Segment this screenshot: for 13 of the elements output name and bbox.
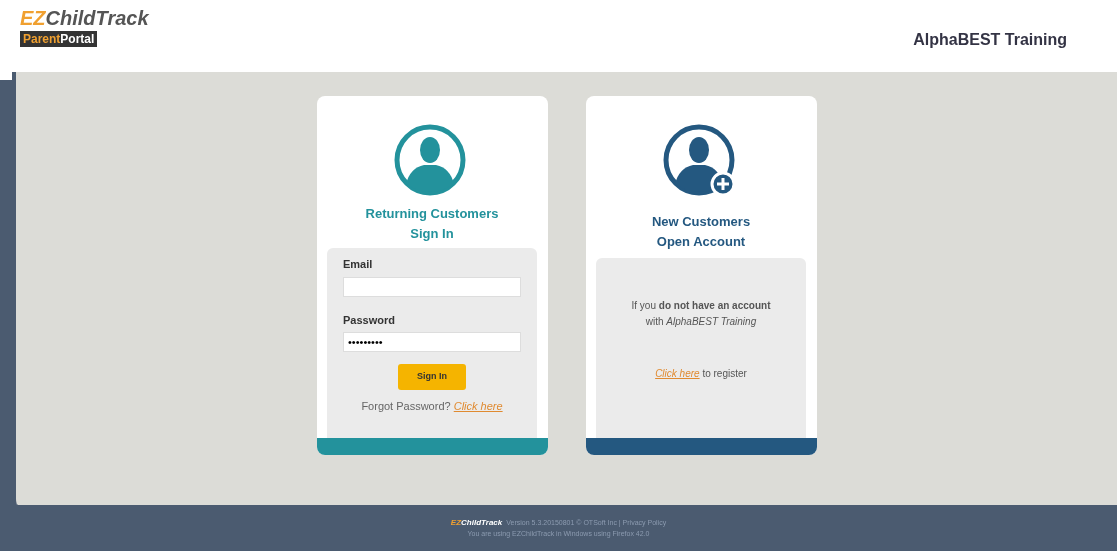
card-title: New Customers Open Account [651, 213, 751, 251]
password-field[interactable]: ••••••••• [343, 332, 521, 352]
card-title: Returning Customers Sign In [365, 205, 499, 243]
footer-brand: EZChildTrack [450, 517, 503, 528]
field-label: Password [343, 312, 396, 328]
logo[interactable]: EZChildTrack ParentPortal [20, 6, 149, 47]
field-label: Email [343, 257, 374, 272]
organization-name: AlphaBEST Training [913, 30, 1067, 50]
sign-in-button[interactable]: Sign In [398, 364, 466, 390]
email-field[interactable] [343, 276, 521, 297]
forgot-password-text: Forgot Password? [361, 400, 451, 412]
info-text: If you do not have an account with AlphaBEST Training [631, 299, 771, 329]
register-text: to register [702, 368, 747, 379]
